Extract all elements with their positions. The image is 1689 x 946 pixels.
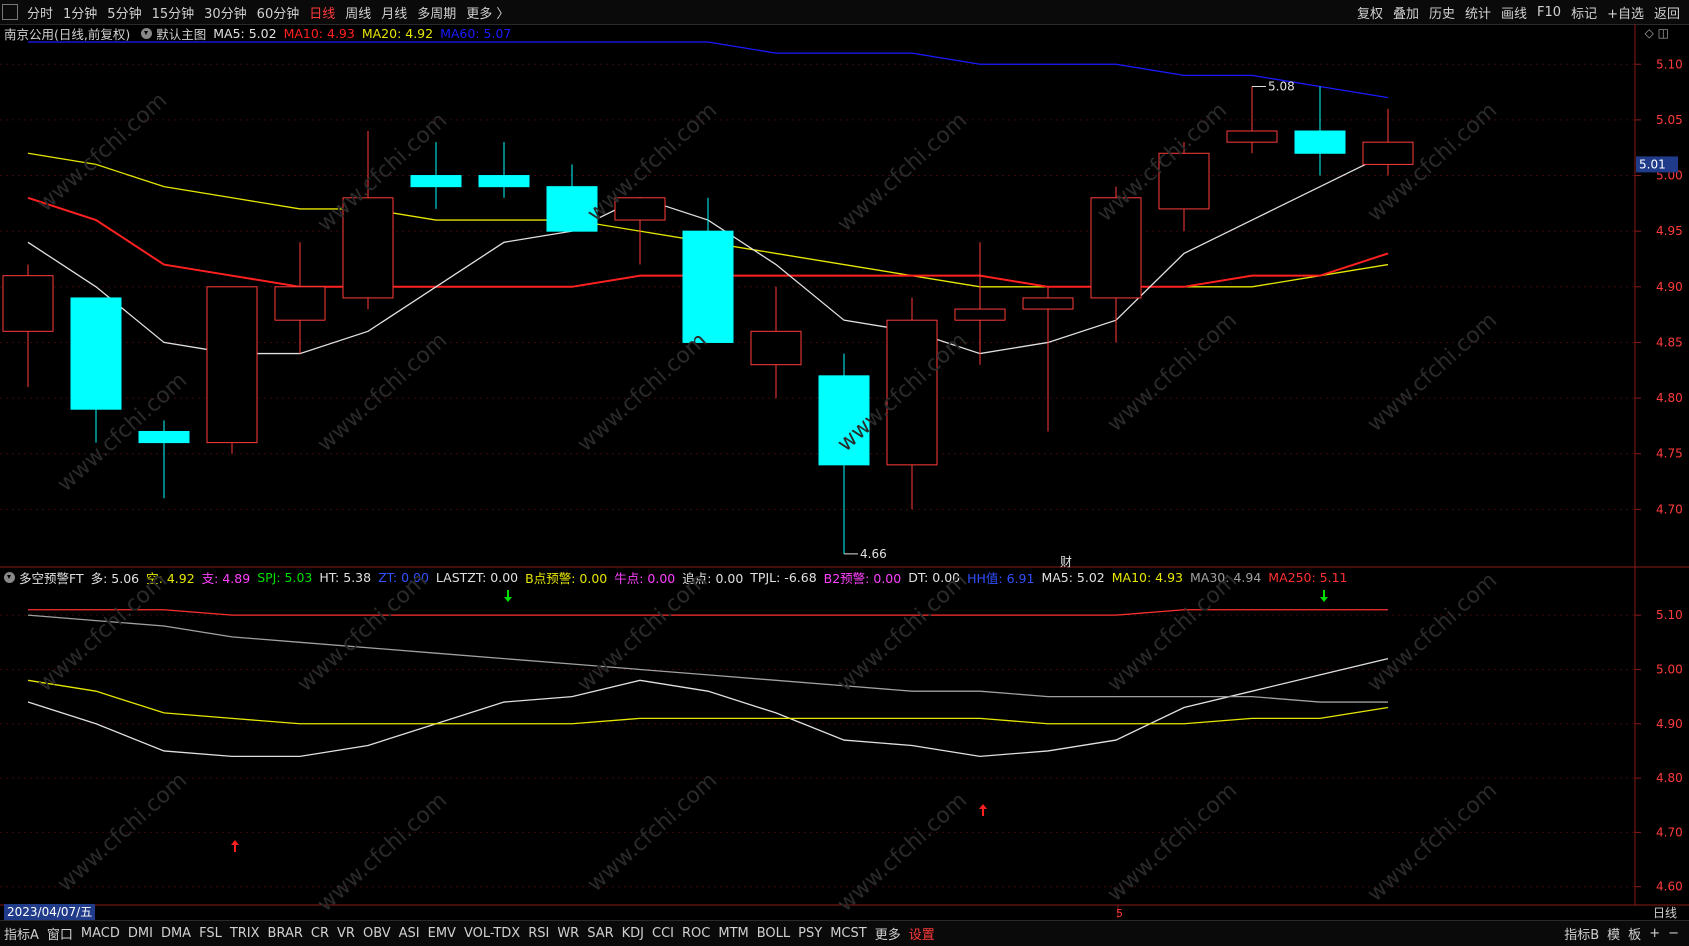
date-cursor-label: 2023/04/07/五 [4,904,96,920]
indicator-tab-18[interactable]: CCI [648,926,678,941]
candle-body [750,330,802,366]
candle-body [2,275,54,332]
indicator-tab-9[interactable]: VR [333,926,359,941]
last-price-value: 5.01 [1639,157,1666,171]
candle-body [682,230,734,343]
indicator-tab-4[interactable]: DMA [157,926,195,941]
main-tick-label: 4.75 [1656,447,1683,461]
candle-body [70,297,122,410]
bottom-action-1[interactable]: 模 [1603,924,1624,943]
indicator-tab-13[interactable]: VOL-TDX [460,926,524,941]
bottom-action-2[interactable]: 板 [1624,924,1645,943]
main-tick-label: 5.10 [1656,57,1683,71]
month-marker: 5 [1116,907,1123,920]
indicator-tab-19[interactable]: ROC [678,926,714,941]
indicator-tab-14[interactable]: RSI [524,926,553,941]
indicator-tab-11[interactable]: ASI [395,926,424,941]
candle-body [138,430,190,444]
bottom-action-4[interactable]: − [1664,926,1683,941]
main-tick-label: 4.80 [1656,391,1683,405]
indicator-tabs: 指标A 窗口 MACD DMI DMA FSL TRIX BRAR CR VR OBV ASI EMV V… [0,921,939,946]
main-tick-label: 5.05 [1656,113,1683,127]
main-tick-label: 4.90 [1656,280,1683,294]
sub-line-ma30 [27,614,1388,703]
price-annotation: 5.08 [1268,80,1295,94]
candle-body [1294,130,1346,154]
indicator-tab-0[interactable]: 指标A [0,924,43,943]
sub-line-ma5 [27,657,1389,758]
buy-signal-head [504,597,512,602]
indicator-tab-3[interactable]: DMI [124,926,157,941]
sub-tick-label: 4.80 [1656,771,1683,785]
candle-body [1158,152,1210,210]
main-tick-label: 4.70 [1656,502,1683,516]
candle-body [614,197,666,221]
finance-marker: 财 [1060,555,1072,569]
indicator-tab-1[interactable]: 窗口 [43,924,77,943]
candle-body [954,308,1006,321]
sub-tick-label: 5.10 [1656,608,1683,622]
candle-body [1362,141,1414,165]
indicator-tab-7[interactable]: BRAR [264,926,307,941]
sub-tick-label: 4.70 [1656,825,1683,839]
sub-line-ma250 [28,609,1388,616]
sub-tick-label: 4.90 [1656,717,1683,731]
stock-chart[interactable]: 5.10 5.05 5.00 4.95 4.90 4.85 4.80 4.75 4.70 5.10… [0,0,1689,945]
sell-signal-head [231,840,239,845]
candle-body [206,286,258,444]
indicator-tab-5[interactable]: FSL [195,926,226,941]
bottom-action-3[interactable]: + [1645,926,1664,941]
bottom-action-0[interactable]: 指标B [1560,924,1603,943]
indicator-tab-17[interactable]: KDJ [618,926,648,941]
main-tick-label: 4.95 [1656,224,1683,238]
indicator-tab-12[interactable]: EMV [424,926,460,941]
indicator-tab-23[interactable]: MCST [826,926,871,941]
sub-tick-label: 5.00 [1656,662,1683,676]
indicator-tab-8[interactable]: CR [307,926,333,941]
indicator-tab-22[interactable]: PSY [794,926,826,941]
main-tick-label: 4.85 [1656,335,1683,349]
indicator-tabs-bar: 指标A 窗口 MACD DMI DMA FSL TRIX BRAR CR VR OBV ASI EMV V… [0,920,1689,946]
period-label: 日线 [1652,906,1677,920]
sell-signal-head [979,804,987,809]
indicator-tab-21[interactable]: BOLL [753,926,794,941]
candle-body [342,197,394,299]
sub-line-ma10 [27,679,1389,725]
bottom-right-actions: 指标B 模板 + − [1560,921,1683,946]
candle-body [274,286,326,321]
settings-tab[interactable]: 设置 [905,924,939,943]
indicator-tab-20[interactable]: MTM [714,926,752,941]
price-annotation: 4.66 [860,547,887,561]
candle-body [1226,130,1278,143]
candle-body [1022,297,1074,310]
indicator-tab-15[interactable]: WR [553,926,583,941]
candle-body [546,186,598,232]
indicator-tab-2[interactable]: MACD [77,926,124,941]
candle-body [818,375,870,466]
buy-signal-head [1320,597,1328,602]
candle-body [1090,197,1142,299]
candle-body [410,175,462,188]
indicator-tab-24[interactable]: 更多 [871,924,905,943]
indicator-tab-6[interactable]: TRIX [226,926,264,941]
indicator-tab-16[interactable]: SAR [583,926,617,941]
candle-body [478,175,530,188]
candle-body [886,319,938,466]
sub-tick-label: 4.60 [1656,880,1683,894]
main-line-ma60 [28,41,1389,99]
indicator-tab-10[interactable]: OBV [359,926,395,941]
